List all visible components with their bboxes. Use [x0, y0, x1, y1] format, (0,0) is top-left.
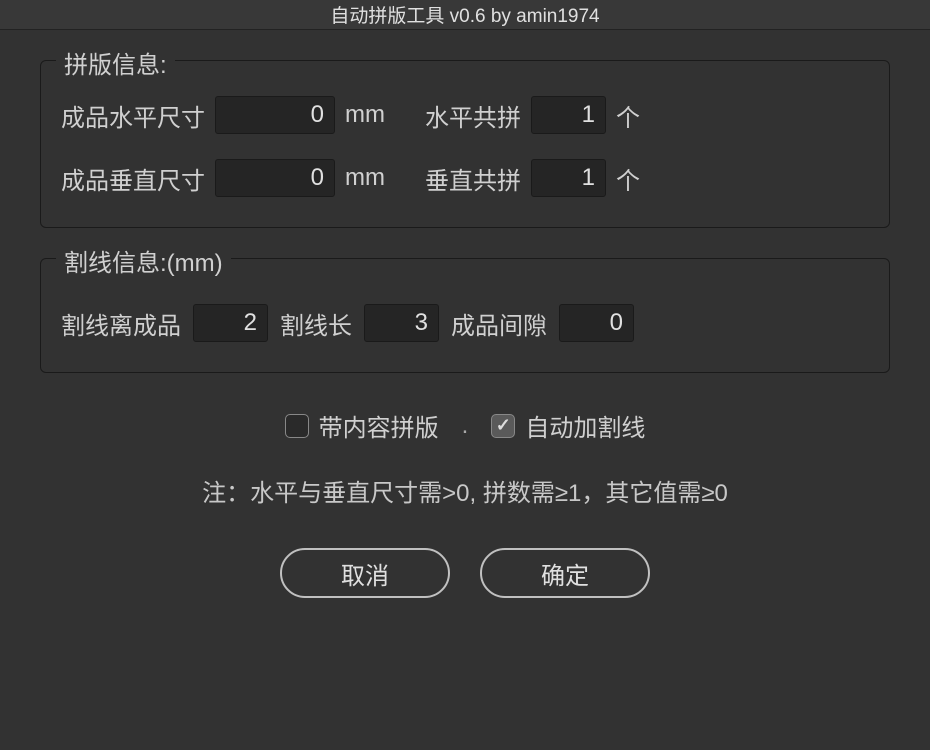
with-content-group: 带内容拼版	[285, 408, 439, 443]
gap-label: 成品间隙	[451, 306, 547, 341]
layout-info-panel: 拼版信息: 成品水平尺寸 mm 水平共拼 个 成品垂直尺寸 mm 垂直共拼 个	[40, 60, 890, 228]
cancel-button[interactable]: 取消	[280, 548, 450, 598]
horiz-size-unit: mm	[345, 101, 385, 129]
offset-input[interactable]	[193, 304, 268, 342]
button-row: 取消 确定	[40, 548, 890, 598]
offset-label: 割线离成品	[61, 306, 181, 341]
layout-info-legend: 拼版信息:	[56, 45, 175, 80]
vert-size-unit: mm	[345, 164, 385, 192]
check-icon: ✓	[496, 415, 511, 436]
separator: .	[462, 412, 469, 440]
vert-count-unit: 个	[616, 161, 640, 196]
gap-input[interactable]	[559, 304, 634, 342]
cutline-info-legend: 割线信息:(mm)	[56, 243, 231, 278]
window-title: 自动拼版工具 v0.6 by amin1974	[330, 1, 599, 28]
length-label: 割线长	[280, 306, 352, 341]
dialog-content: 拼版信息: 成品水平尺寸 mm 水平共拼 个 成品垂直尺寸 mm 垂直共拼 个 …	[0, 30, 930, 628]
cutline-info-panel: 割线信息:(mm) 割线离成品 割线长 成品间隙	[40, 258, 890, 373]
auto-cutline-label: 自动加割线	[525, 408, 645, 443]
vert-count-label: 垂直共拼	[425, 161, 521, 196]
length-input[interactable]	[364, 304, 439, 342]
row-horizontal: 成品水平尺寸 mm 水平共拼 个	[61, 96, 869, 134]
horiz-count-label: 水平共拼	[425, 98, 521, 133]
with-content-label: 带内容拼版	[319, 408, 439, 443]
ok-button[interactable]: 确定	[480, 548, 650, 598]
vert-size-label: 成品垂直尺寸	[61, 161, 205, 196]
row-cutline: 割线离成品 割线长 成品间隙	[61, 304, 869, 342]
auto-cutline-group: ✓ 自动加割线	[491, 408, 645, 443]
vert-count-input[interactable]	[531, 159, 606, 197]
window-titlebar: 自动拼版工具 v0.6 by amin1974	[0, 0, 930, 30]
auto-cutline-checkbox[interactable]: ✓	[491, 414, 515, 438]
horiz-count-input[interactable]	[531, 96, 606, 134]
horiz-count-unit: 个	[616, 98, 640, 133]
with-content-checkbox[interactable]	[285, 414, 309, 438]
note-text: 注：水平与垂直尺寸需>0, 拼数需≥1，其它值需≥0	[40, 473, 890, 508]
checkbox-row: 带内容拼版 . ✓ 自动加割线	[40, 408, 890, 443]
horiz-size-input[interactable]	[215, 96, 335, 134]
row-vertical: 成品垂直尺寸 mm 垂直共拼 个	[61, 159, 869, 197]
horiz-size-label: 成品水平尺寸	[61, 98, 205, 133]
vert-size-input[interactable]	[215, 159, 335, 197]
